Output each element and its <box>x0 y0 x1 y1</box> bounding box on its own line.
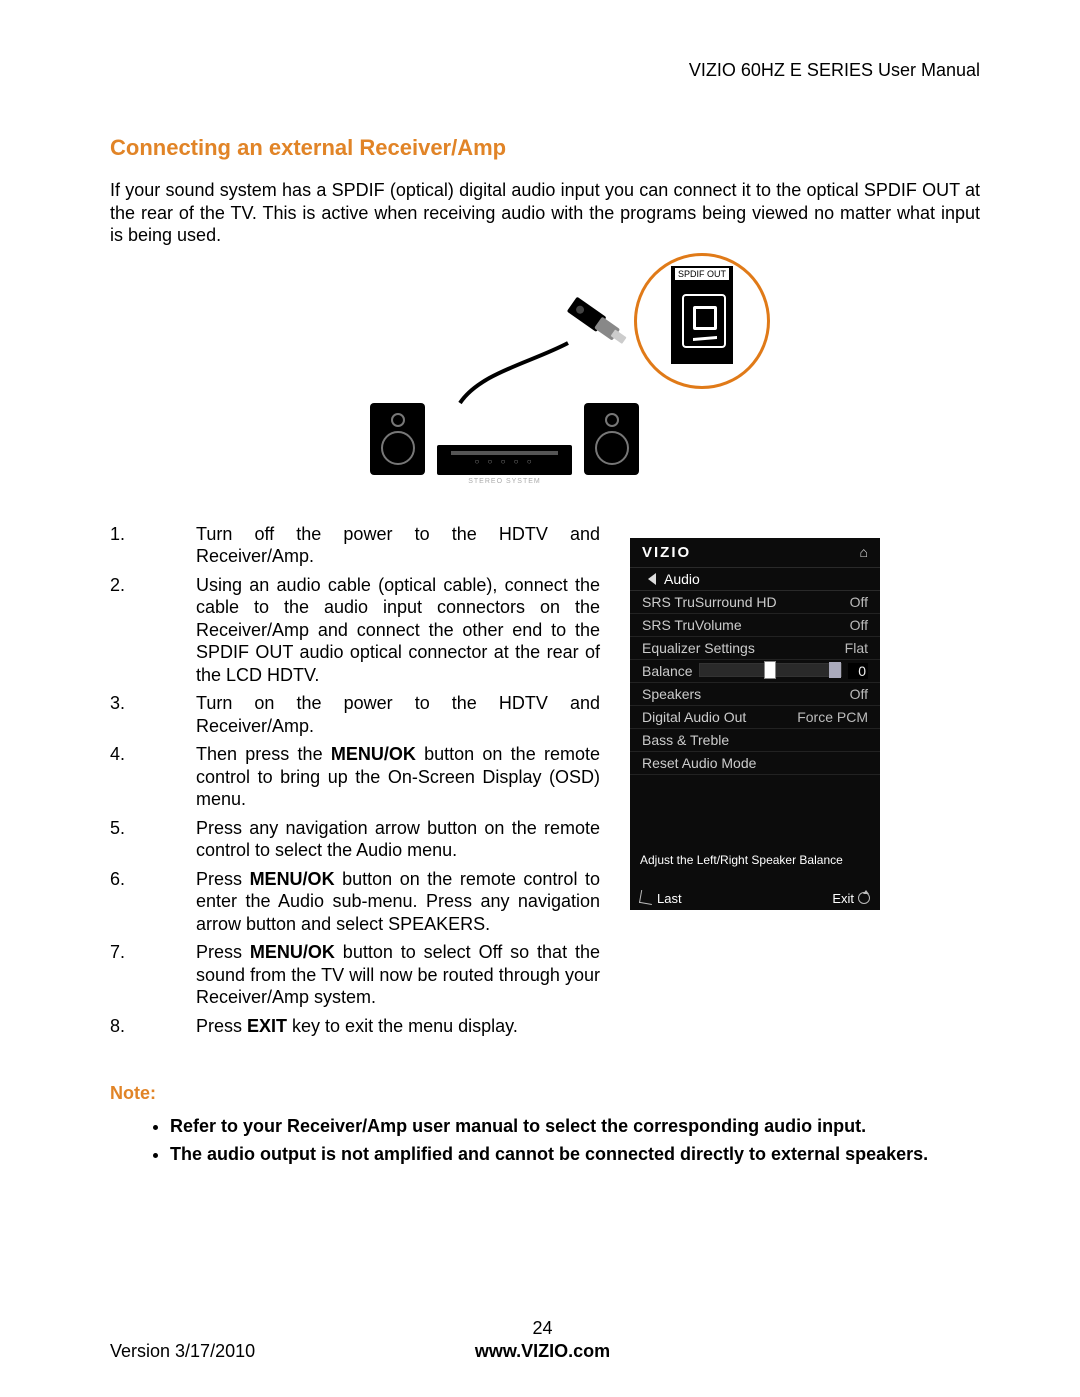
stereo-receiver-icon <box>437 445 572 475</box>
optical-cable-icon <box>440 273 670 413</box>
spdif-port-panel: SPDIF OUT <box>671 266 733 364</box>
footer-url: www.VIZIO.com <box>475 1341 610 1362</box>
spdif-jack-icon <box>682 294 726 348</box>
osd-logo: VIZIO <box>642 544 691 561</box>
osd-row-label: SRS TruSurround HD <box>642 594 777 610</box>
step-item: Using an audio cable (optical cable), co… <box>110 574 600 687</box>
note-item: The audio output is not amplified and ca… <box>170 1142 980 1166</box>
step-item: Press any navigation arrow button on the… <box>110 817 600 862</box>
stereo-label: STEREO SYSTEM <box>437 478 572 485</box>
step-item: Turn off the power to the HDTV and Recei… <box>110 523 600 568</box>
step-text: Press MENU/OK button to select Off so th… <box>196 941 600 1009</box>
step-item: Press EXIT key to exit the menu display. <box>110 1015 600 1038</box>
osd-menu-label: Audio <box>664 571 700 587</box>
osd-header: VIZIO ⌂ <box>630 538 880 568</box>
illustration-area: SPDIF OUT STEREO SYSTEM <box>110 253 980 483</box>
osd-row-digital-audio: Digital Audio Out Force PCM <box>630 706 880 729</box>
step-item: Then press the MENU/OK button on the rem… <box>110 743 600 811</box>
step-text: Press MENU/OK button on the remote contr… <box>196 868 600 936</box>
osd-row-reset-audio: Reset Audio Mode <box>630 752 880 775</box>
step-text: Using an audio cable (optical cable), co… <box>196 574 600 687</box>
osd-row-balance: Balance 0 <box>630 660 880 683</box>
osd-last: Last <box>640 891 682 906</box>
osd-row-label: Equalizer Settings <box>642 640 755 656</box>
step-item: Turn on the power to the HDTV and Receiv… <box>110 692 600 737</box>
osd-row-value: Flat <box>845 640 868 656</box>
section-heading: Connecting an external Receiver/Amp <box>110 135 980 161</box>
osd-footer: Last Exit <box>630 871 880 910</box>
osd-row-value: Off <box>850 686 868 702</box>
osd-row-value: Off <box>850 594 868 610</box>
osd-row-value: Off <box>850 617 868 633</box>
note-heading: Note: <box>110 1083 980 1104</box>
step-item: Press MENU/OK button on the remote contr… <box>110 868 600 936</box>
note-list: Refer to your Receiver/Amp user manual t… <box>110 1114 980 1167</box>
doc-header: VIZIO 60HZ E SERIES User Manual <box>110 60 980 81</box>
osd-row-label: Reset Audio Mode <box>642 755 756 771</box>
note-item: Refer to your Receiver/Amp user manual t… <box>170 1114 980 1138</box>
osd-menu-title: Audio <box>630 568 880 591</box>
stereo-system-icon: STEREO SYSTEM <box>370 403 639 475</box>
step-text: Turn on the power to the HDTV and Receiv… <box>196 692 600 737</box>
step-text: Press any navigation arrow button on the… <box>196 817 600 862</box>
osd-row-label: Digital Audio Out <box>642 709 746 725</box>
spdif-port-label: SPDIF OUT <box>675 268 729 280</box>
osd-help-text: Adjust the Left/Right Speaker Balance <box>630 849 880 871</box>
balance-slider-icon <box>699 663 842 677</box>
osd-row-bass-treble: Bass & Treble <box>630 729 880 752</box>
osd-row-label: Balance <box>642 663 693 679</box>
osd-row-value: 0 <box>848 663 868 679</box>
osd-row-equalizer: Equalizer Settings Flat <box>630 637 880 660</box>
osd-row-speakers: Speakers Off <box>630 683 880 706</box>
back-icon <box>639 889 654 904</box>
osd-exit: Exit <box>832 891 870 906</box>
step-item: Press MENU/OK button to select Off so th… <box>110 941 600 1009</box>
speaker-left-icon <box>370 403 425 475</box>
steps-and-osd: Turn off the power to the HDTV and Recei… <box>110 523 980 1044</box>
exit-icon <box>858 892 870 904</box>
osd-row-srs-trusurround: SRS TruSurround HD Off <box>630 591 880 614</box>
step-text: Press EXIT key to exit the menu display. <box>196 1015 600 1038</box>
step-text: Then press the MENU/OK button on the rem… <box>196 743 600 811</box>
osd-row-label: Bass & Treble <box>642 732 729 748</box>
home-icon: ⌂ <box>860 544 868 560</box>
page-footer: 24 Version 3/17/2010 www.VIZIO.com Versi… <box>110 1318 975 1362</box>
speaker-right-icon <box>584 403 639 475</box>
steps-list: Turn off the power to the HDTV and Recei… <box>110 523 600 1044</box>
page-number: 24 <box>110 1318 975 1339</box>
osd-spacer <box>630 775 880 849</box>
left-arrow-icon <box>648 573 656 585</box>
osd-row-label: SRS TruVolume <box>642 617 742 633</box>
footer-version: Version 3/17/2010 <box>110 1341 255 1362</box>
osd-row-label: Speakers <box>642 686 701 702</box>
intro-paragraph: If your sound system has a SPDIF (optica… <box>110 179 980 247</box>
step-text: Turn off the power to the HDTV and Recei… <box>196 523 600 568</box>
osd-row-srs-truvolume: SRS TruVolume Off <box>630 614 880 637</box>
osd-panel: VIZIO ⌂ Audio SRS TruSurround HD Off SRS… <box>630 538 880 910</box>
osd-row-value: Force PCM <box>797 709 868 725</box>
page: VIZIO 60HZ E SERIES User Manual Connecti… <box>0 0 1080 1397</box>
